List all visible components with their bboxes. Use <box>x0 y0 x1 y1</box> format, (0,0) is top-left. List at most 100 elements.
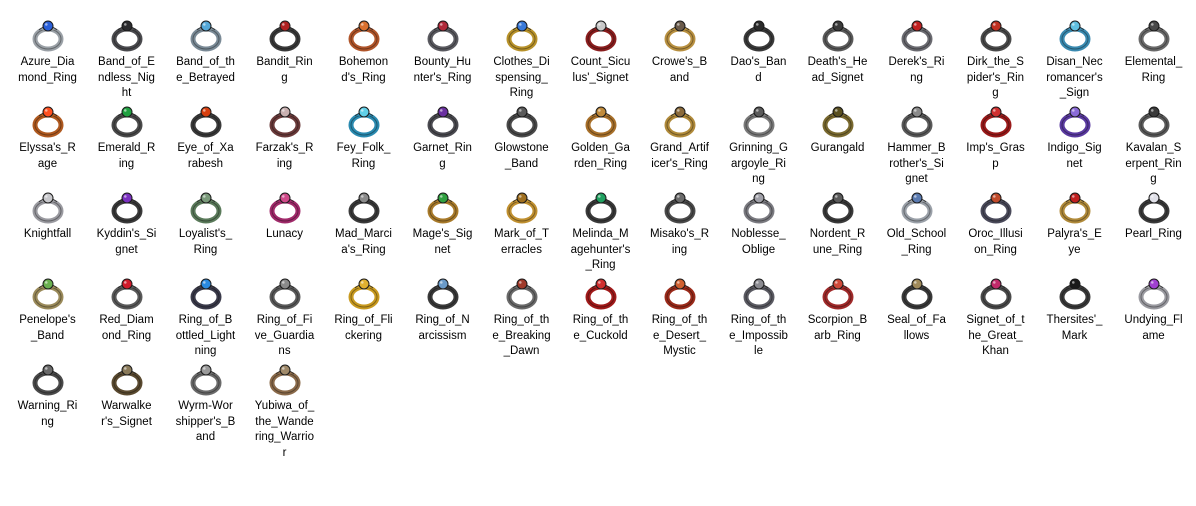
file-item[interactable]: Ring_of_Flickering <box>324 268 403 354</box>
file-item[interactable]: Kyddin's_Signet <box>87 182 166 268</box>
file-item[interactable]: Glowstone_Band <box>482 96 561 182</box>
file-item[interactable]: Bandit_Ring <box>245 10 324 96</box>
file-item[interactable]: Azure_Diamond_Ring <box>8 10 87 96</box>
file-item[interactable]: Ring_of_the_Desert_Mystic <box>640 268 719 357</box>
ring-icon-graphic <box>1138 278 1169 310</box>
file-item[interactable]: Disan_Necromancer's_Sign <box>1035 10 1114 99</box>
ring-icon-graphic <box>32 106 63 138</box>
file-item[interactable]: Melinda_Magehunter's_Ring <box>561 182 640 271</box>
file-name: Farzak's_Ring <box>255 142 314 170</box>
file-item[interactable]: Garnet_Ring <box>403 96 482 182</box>
ring-icon-graphic <box>190 20 221 52</box>
ring-icon-graphic <box>664 192 695 224</box>
file-item[interactable]: Palyra's_Eye <box>1035 182 1114 268</box>
file-item[interactable]: Mage's_Signet <box>403 182 482 268</box>
file-item[interactable]: Dao's_Band <box>719 10 798 96</box>
file-item[interactable]: Mark_of_Terracles <box>482 182 561 268</box>
file-item[interactable]: Knightfall <box>8 182 87 268</box>
icon-grid: Azure_Diamond_Ring Band_of_Endless_Night… <box>8 10 1193 459</box>
file-item[interactable]: Band_of_Endless_Night <box>87 10 166 99</box>
ring-icon <box>818 272 858 312</box>
file-item[interactable]: Oroc_Illusion_Ring <box>956 182 1035 268</box>
file-item[interactable]: Seal_of_Fallows <box>877 268 956 354</box>
ring-icon-graphic <box>585 278 616 310</box>
ring-icon <box>186 272 226 312</box>
file-name: Red_Diamond_Ring <box>99 314 154 342</box>
ring-icon <box>1134 272 1174 312</box>
file-item[interactable]: Gurangald <box>798 96 877 182</box>
file-item[interactable]: Eye_of_Xarabesh <box>166 96 245 182</box>
file-item[interactable]: Fey_Folk_Ring <box>324 96 403 182</box>
file-item[interactable]: Crowe's_Band <box>640 10 719 96</box>
file-item[interactable]: Grand_Artificer's_Ring <box>640 96 719 182</box>
file-name: Bohemond's_Ring <box>338 56 389 84</box>
ring-icon-graphic <box>1059 106 1090 138</box>
file-item[interactable]: Hammer_Brother's_Signet <box>877 96 956 185</box>
file-item[interactable]: Loyalist's_Ring <box>166 182 245 268</box>
file-item[interactable]: Ring_of_the_Cuckold <box>561 268 640 354</box>
file-item[interactable]: Bohemond's_Ring <box>324 10 403 96</box>
file-item[interactable]: Emerald_Ring <box>87 96 166 182</box>
file-explorer-view: Azure_Diamond_Ring Band_of_Endless_Night… <box>0 0 1196 506</box>
file-item[interactable]: Lunacy <box>245 182 324 268</box>
file-item[interactable]: Imp's_Grasp <box>956 96 1035 182</box>
file-item[interactable]: Penelope's_Band <box>8 268 87 354</box>
file-name: Gurangald <box>810 142 865 154</box>
file-name: Mark_of_Terracles <box>494 228 549 256</box>
file-name: Clothes_Dispensing_Ring <box>493 56 550 99</box>
ring-icon <box>897 186 937 226</box>
file-item[interactable]: Ring_of_the_Breaking_Dawn <box>482 268 561 357</box>
file-item[interactable]: Elemental_Ring <box>1114 10 1193 96</box>
file-name: Glowstone_Band <box>494 142 549 170</box>
file-item[interactable]: Ring_of_Bottled_Lightning <box>166 268 245 357</box>
file-item[interactable]: Count_Siculus'_Signet <box>561 10 640 96</box>
file-item[interactable]: Yubiwa_of_the_Wandering_Warrior <box>245 354 324 459</box>
file-item[interactable]: Death's_Head_Signet <box>798 10 877 96</box>
ring-icon <box>502 186 542 226</box>
file-item[interactable]: Scorpion_Barb_Ring <box>798 268 877 354</box>
file-item[interactable]: Signet_of_the_Great_Khan <box>956 268 1035 357</box>
file-item[interactable]: Old_School_Ring <box>877 182 956 268</box>
file-item[interactable]: Indigo_Signet <box>1035 96 1114 182</box>
file-item[interactable]: Grinning_Gargoyle_Ring <box>719 96 798 185</box>
ring-icon <box>107 14 147 54</box>
file-name: Imp's_Grasp <box>966 142 1025 170</box>
file-name: Kavalan_Serpent_Ring <box>1125 142 1182 185</box>
file-item[interactable]: Warwalker's_Signet <box>87 354 166 440</box>
file-name: Ring_of_Narcissism <box>415 314 470 342</box>
file-item[interactable]: Pearl_Ring <box>1114 182 1193 268</box>
file-item[interactable]: Kavalan_Serpent_Ring <box>1114 96 1193 185</box>
file-name: Band_of_the_Betrayed <box>176 56 235 84</box>
file-item[interactable]: Nordent_Rune_Ring <box>798 182 877 268</box>
file-name: Ring_of_Five_Guardians <box>254 314 315 357</box>
file-item[interactable]: Red_Diamond_Ring <box>87 268 166 354</box>
file-item[interactable]: Ring_of_the_Impossible <box>719 268 798 357</box>
file-item[interactable]: Mad_Marcia's_Ring <box>324 182 403 268</box>
file-item[interactable]: Warning_Ring <box>8 354 87 440</box>
file-item[interactable]: Wyrm-Worshipper's_Band <box>166 354 245 443</box>
file-item[interactable]: Golden_Garden_Ring <box>561 96 640 182</box>
ring-icon <box>28 14 68 54</box>
file-item[interactable]: Undying_Flame <box>1114 268 1193 354</box>
file-name: Garnet_Ring <box>413 142 472 170</box>
ring-icon <box>423 186 463 226</box>
file-item[interactable]: Dirk_the_Spider's_Ring <box>956 10 1035 99</box>
file-item[interactable]: Bounty_Hunter's_Ring <box>403 10 482 96</box>
file-name: Dao's_Band <box>730 56 787 84</box>
file-item[interactable]: Thersites'_Mark <box>1035 268 1114 354</box>
file-item[interactable]: Band_of_the_Betrayed <box>166 10 245 96</box>
file-item[interactable]: Misako's_Ring <box>640 182 719 268</box>
file-item[interactable]: Clothes_Dispensing_Ring <box>482 10 561 99</box>
file-name: Grand_Artificer's_Ring <box>650 142 709 170</box>
ring-icon-graphic <box>190 192 221 224</box>
file-item[interactable]: Farzak's_Ring <box>245 96 324 182</box>
file-name: Death's_Head_Signet <box>807 56 868 84</box>
file-item[interactable]: Elyssa's_Rage <box>8 96 87 182</box>
ring-icon <box>186 14 226 54</box>
file-item[interactable]: Ring_of_Narcissism <box>403 268 482 354</box>
file-item[interactable]: Noblesse_Oblige <box>719 182 798 268</box>
file-item[interactable]: Ring_of_Five_Guardians <box>245 268 324 357</box>
ring-icon <box>818 14 858 54</box>
ring-icon-graphic <box>111 278 142 310</box>
file-item[interactable]: Derek's_Ring <box>877 10 956 96</box>
